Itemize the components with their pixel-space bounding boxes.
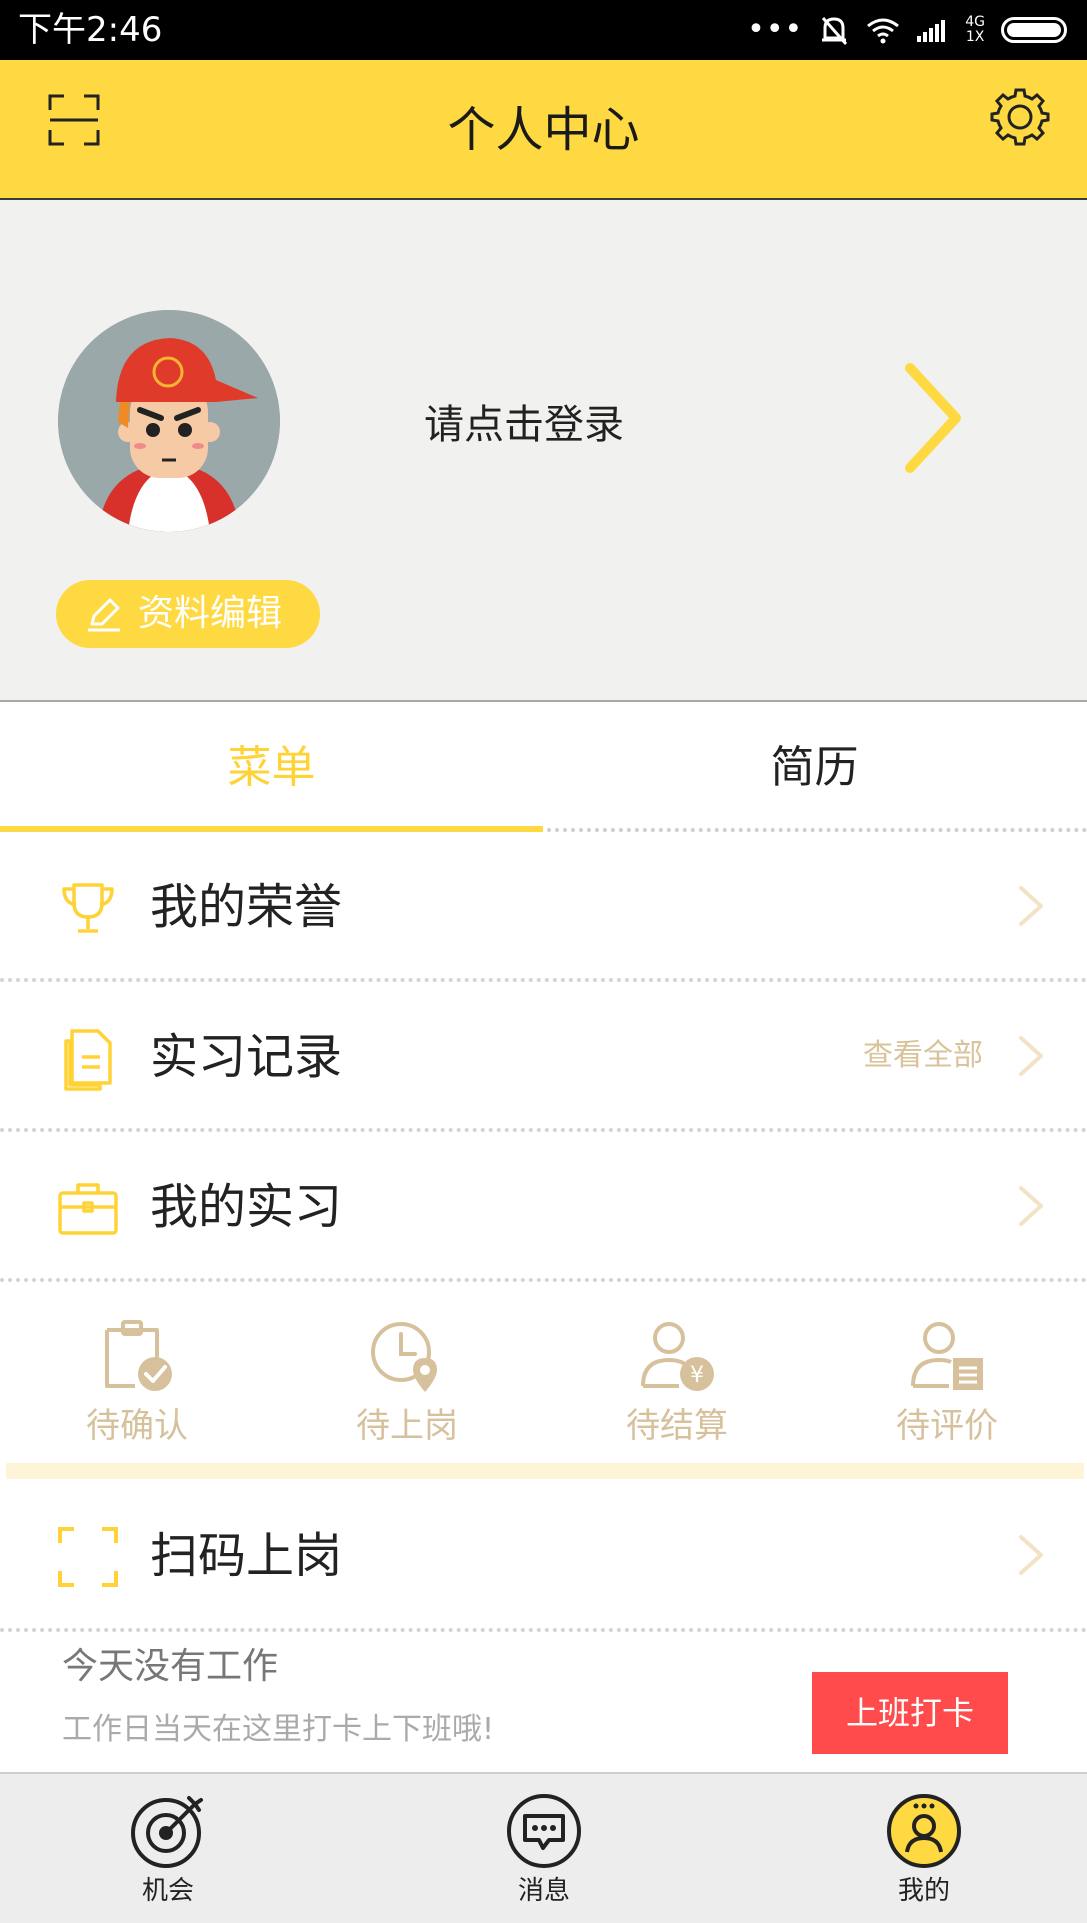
wifi-icon: [867, 18, 900, 44]
top-app-bar: 个人中心: [0, 60, 1087, 200]
chevron-right-icon: [1019, 1535, 1043, 1575]
edit-profile-button[interactable]: 资料编辑: [56, 580, 320, 648]
signal-icon: [917, 20, 946, 42]
network-type: 4G 1X: [965, 14, 985, 45]
status-pending-confirm[interactable]: 待确认: [2, 1316, 272, 1448]
user-document-icon: [911, 1322, 983, 1390]
nav-label: 机会: [141, 1876, 194, 1906]
menu-label-records: 实习记录: [150, 1029, 343, 1085]
bottom-nav: 机会 消息 我的: [0, 1772, 1087, 1923]
nav-label: 我的: [897, 1876, 950, 1906]
clock-in-subtitle: 工作日当天在这里打卡上下班哦!: [62, 1712, 495, 1747]
menu-row-honor[interactable]: 我的荣誉: [0, 832, 1087, 982]
clipboard-check-icon: [105, 1320, 172, 1391]
svg-text:¥: ¥: [690, 1363, 704, 1388]
profile-chevron[interactable]: [900, 360, 966, 480]
pencil-icon: [88, 598, 120, 632]
status-time: 下午2:46: [18, 10, 163, 50]
nav-item-mine[interactable]: 我的: [864, 1792, 984, 1908]
nav-label: 消息: [517, 1876, 570, 1906]
chevron-right-icon: [1019, 1186, 1043, 1226]
status-pending-onboard[interactable]: 待上岗: [272, 1316, 542, 1448]
cartoon-avatar-icon: [58, 310, 280, 532]
message-icon: [507, 1794, 581, 1868]
clock-in-panel: 今天没有工作 工作日当天在这里打卡上下班哦! 上班打卡: [0, 1632, 1087, 1772]
tab-bar: 菜单 简历: [0, 702, 1087, 833]
status-pending-review[interactable]: 待评价: [812, 1316, 1082, 1448]
mute-bell-icon: [822, 17, 848, 45]
avatar[interactable]: [58, 310, 280, 532]
edit-profile-label: 资料编辑: [138, 593, 283, 634]
page-title: 个人中心: [447, 102, 640, 158]
more-dots-icon: •••: [747, 12, 804, 47]
menu-label-internship: 我的实习: [150, 1179, 343, 1235]
briefcase-icon: [58, 1183, 118, 1235]
target-icon: [131, 1796, 203, 1868]
login-prompt[interactable]: 请点击登录: [424, 400, 624, 450]
menu-label-scan: 扫码上岗: [150, 1528, 343, 1584]
nav-item-messages[interactable]: 消息: [484, 1792, 604, 1908]
menu-label-honor: 我的荣誉: [150, 879, 343, 935]
status-label: 待上岗: [356, 1406, 458, 1446]
profile-card[interactable]: 请点击登录 资料编辑: [0, 200, 1087, 702]
order-status-grid: 待确认 待上岗 ¥ 待结算 待评价: [0, 1284, 1087, 1460]
chevron-right-icon: [1019, 886, 1043, 926]
tab-menu[interactable]: 菜单: [0, 740, 543, 796]
status-icons: ••• 4G 1X: [747, 10, 1067, 50]
status-label: 待结算: [626, 1406, 728, 1446]
nav-item-opportunities[interactable]: 机会: [108, 1792, 228, 1908]
gear-icon: [990, 88, 1050, 146]
clock-location-icon: [371, 1322, 437, 1392]
scan-icon: [58, 1527, 118, 1587]
menu-row-scan[interactable]: 扫码上岗: [0, 1479, 1087, 1632]
chevron-right-icon: [1019, 1036, 1043, 1076]
trophy-icon: [62, 883, 114, 933]
menu-row-internship[interactable]: 我的实习: [0, 1132, 1087, 1282]
status-label: 待确认: [86, 1406, 188, 1446]
documents-icon: [64, 1029, 112, 1091]
menu-row-records[interactable]: 实习记录 查看全部: [0, 982, 1087, 1132]
tab-resume[interactable]: 简历: [543, 740, 1086, 796]
status-label: 待评价: [896, 1406, 998, 1446]
clock-in-button[interactable]: 上班打卡: [812, 1672, 1008, 1754]
battery-icon: [1001, 17, 1067, 43]
status-bar: 下午2:46 ••• 4G 1X: [0, 0, 1087, 60]
section-divider: [6, 1463, 1084, 1479]
view-all-link[interactable]: 查看全部: [863, 1036, 983, 1076]
chevron-right-icon: [905, 363, 961, 473]
clock-in-title: 今天没有工作: [62, 1646, 279, 1687]
status-pending-settle[interactable]: ¥ 待结算: [542, 1316, 812, 1448]
user-yen-icon: ¥: [641, 1322, 714, 1391]
settings-button[interactable]: [989, 86, 1051, 152]
profile-icon: [887, 1794, 961, 1868]
